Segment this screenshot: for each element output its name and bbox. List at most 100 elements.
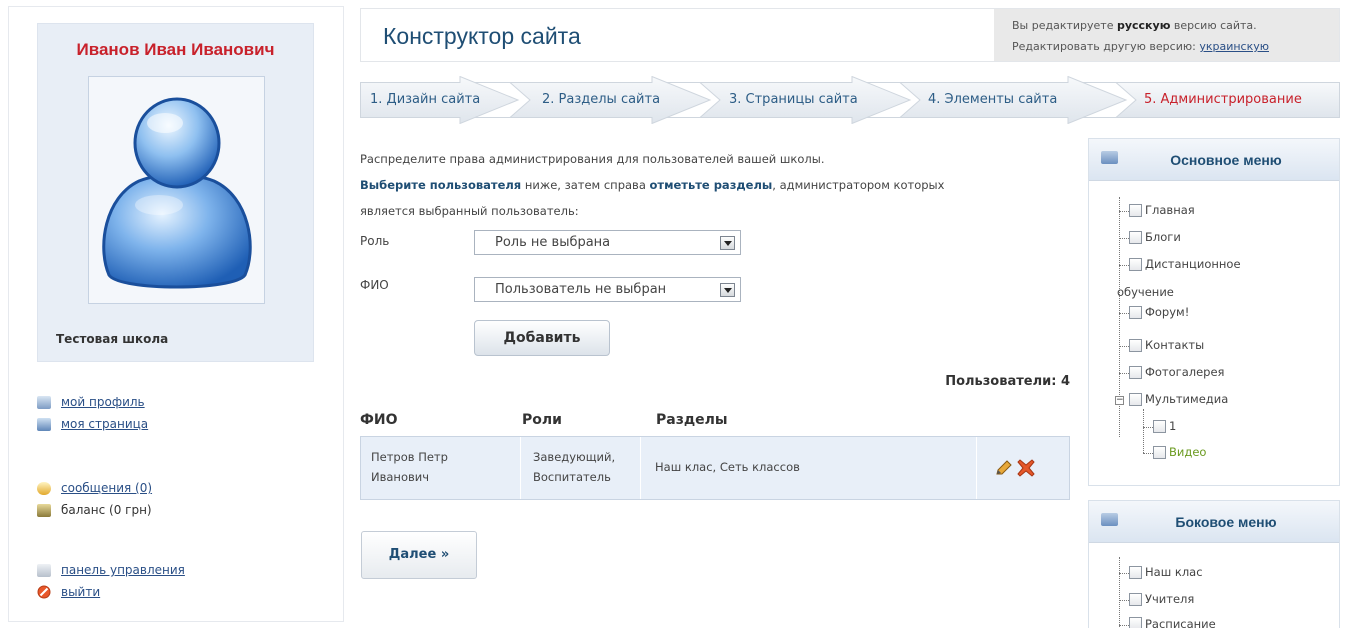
panel-icon	[37, 563, 51, 577]
my-profile-label[interactable]: мой профиль	[61, 395, 145, 409]
tree-connector	[1143, 409, 1144, 453]
tree-label: Дистанционное	[1145, 257, 1241, 271]
instruction-bold-1: Выберите пользователя	[360, 178, 522, 192]
user-select[interactable]: Пользователь не выбран	[474, 277, 741, 302]
instruction-mid: ниже, затем справа	[521, 178, 650, 192]
checkbox[interactable]	[1129, 338, 1142, 352]
wizard-steps: 1. Дизайн сайта 2. Разделы сайта 3. Стра…	[360, 76, 1340, 124]
user-select-value: Пользователь не выбран	[495, 282, 667, 297]
instruction-bold-2: отметьте разделы	[649, 178, 773, 192]
table-row: Петров Петр Иванович Заведующий, Воспита…	[360, 436, 1070, 500]
checkbox[interactable]	[1129, 617, 1142, 628]
cell-fio: Петров Петр Иванович	[361, 437, 521, 499]
tree-connector	[1119, 600, 1129, 601]
step-pages[interactable]: 3. Страницы сайта	[729, 92, 858, 107]
tree-item-distance[interactable]: Дистанционное	[1129, 257, 1241, 271]
checkbox[interactable]	[1129, 203, 1142, 217]
user-avatar-icon	[102, 97, 252, 289]
checkbox[interactable]	[1129, 565, 1142, 579]
page-title: Конструктор сайта	[383, 23, 581, 49]
tree-connector	[1143, 453, 1153, 454]
step-sections[interactable]: 2. Разделы сайта	[542, 92, 660, 107]
messages-link[interactable]: сообщения (0)	[37, 479, 152, 497]
tree-connector	[1119, 373, 1129, 374]
tree-connector	[1119, 238, 1129, 239]
tree-item-home[interactable]: Главная	[1129, 203, 1195, 217]
tree-label: Мультимедиа	[1145, 392, 1229, 406]
checkbox[interactable]	[1153, 445, 1166, 459]
role-label: Роль	[360, 234, 390, 248]
tree-item-blogs[interactable]: Блоги	[1129, 230, 1181, 244]
balance-item: баланс (0 грн)	[37, 501, 152, 519]
step-design[interactable]: 1. Дизайн сайта	[370, 92, 480, 107]
balance-label: баланс (0 грн)	[61, 503, 152, 517]
next-button[interactable]: Далее »	[361, 531, 477, 579]
step-administration[interactable]: 5. Администрирование	[1144, 92, 1302, 107]
instruction-tail: , администратором которых	[772, 178, 945, 192]
side-menu-title: Боковое меню	[1175, 514, 1277, 530]
tree-connector	[1119, 211, 1129, 212]
roles-line-1: Заведующий,	[533, 450, 616, 464]
instructions: Распределите права администрирования для…	[360, 146, 1060, 224]
edit-pencil-icon[interactable]	[995, 459, 1013, 477]
tree-label: Учителя	[1145, 592, 1195, 606]
tree-connector	[1119, 557, 1120, 628]
side-menu-header: Боковое меню	[1089, 501, 1339, 543]
envelope-icon	[37, 481, 51, 495]
cell-sections: Наш клас, Сеть классов	[641, 437, 977, 499]
tree-label: Расписание	[1145, 617, 1216, 628]
tree-label: 1	[1169, 419, 1177, 433]
money-icon	[37, 503, 51, 517]
tree-label: Видео	[1169, 445, 1207, 459]
tree-item-forum[interactable]: Форум!	[1129, 305, 1189, 319]
side-menu-panel: Боковое меню Наш клас Учителя Расписание	[1088, 500, 1340, 628]
school-name: Тестовая школа	[56, 332, 169, 346]
lang-prefix: Вы редактируете	[1012, 19, 1117, 32]
add-button[interactable]: Добавить	[474, 320, 610, 356]
checkbox[interactable]	[1153, 419, 1166, 433]
delete-icon[interactable]	[1017, 459, 1035, 477]
checkbox[interactable]	[1129, 305, 1142, 319]
person-icon	[37, 417, 51, 431]
checkbox[interactable]	[1129, 230, 1142, 244]
dropdown-arrow-icon[interactable]	[720, 283, 735, 297]
tree-item-sub-1[interactable]: 1	[1153, 419, 1176, 433]
tree-item-our-class[interactable]: Наш клас	[1129, 565, 1203, 579]
column-header-sections: Разделы	[656, 412, 728, 428]
collapse-icon[interactable]: −	[1115, 396, 1124, 405]
role-select[interactable]: Роль не выбрана	[474, 230, 741, 255]
tree-item-gallery[interactable]: Фотогалерея	[1129, 365, 1224, 379]
checkbox[interactable]	[1129, 592, 1142, 606]
profile-card: Иванов Иван Иванович Тестовая школа	[37, 23, 314, 362]
fio-line-2: Иванович	[371, 470, 430, 484]
tree-connector	[1119, 573, 1129, 574]
checkbox[interactable]	[1129, 257, 1142, 271]
profile-card-icon	[37, 395, 51, 409]
avatar	[88, 76, 265, 304]
step-elements[interactable]: 4. Элементы сайта	[928, 92, 1057, 107]
tree-item-schedule[interactable]: Расписание	[1129, 617, 1216, 628]
checkbox[interactable]	[1129, 365, 1142, 379]
tree-item-contacts[interactable]: Контакты	[1129, 338, 1204, 352]
instruction-line-3: является выбранный пользователь:	[360, 204, 579, 218]
control-panel-label[interactable]: панель управления	[61, 563, 185, 577]
my-profile-link[interactable]: мой профиль	[37, 393, 145, 411]
tree-item-multimedia[interactable]: Мультимедиа	[1129, 392, 1228, 406]
my-page-label[interactable]: моя страница	[61, 417, 148, 431]
main-menu-header: Основное меню	[1089, 139, 1339, 181]
other-language-line: Редактировать другую версию: украинскую	[1012, 36, 1339, 57]
switch-language-link[interactable]: украинскую	[1199, 40, 1269, 53]
dropdown-arrow-icon[interactable]	[720, 236, 735, 250]
tree-item-video[interactable]: Видео	[1153, 445, 1206, 459]
tree-item-teachers[interactable]: Учителя	[1129, 592, 1194, 606]
fio-line-1: Петров Петр	[371, 450, 448, 464]
role-select-value: Роль не выбрана	[495, 235, 611, 250]
control-panel-link[interactable]: панель управления	[37, 561, 185, 579]
cell-roles: Заведующий, Воспитатель	[521, 437, 641, 499]
logout-label[interactable]: выйти	[61, 585, 100, 599]
messages-label[interactable]: сообщения (0)	[61, 481, 152, 495]
my-page-link[interactable]: моя страница	[37, 415, 148, 433]
logout-link[interactable]: выйти	[37, 583, 100, 601]
checkbox[interactable]	[1129, 392, 1142, 406]
instruction-line-2: Выберите пользователя ниже, затем справа…	[360, 172, 1060, 198]
